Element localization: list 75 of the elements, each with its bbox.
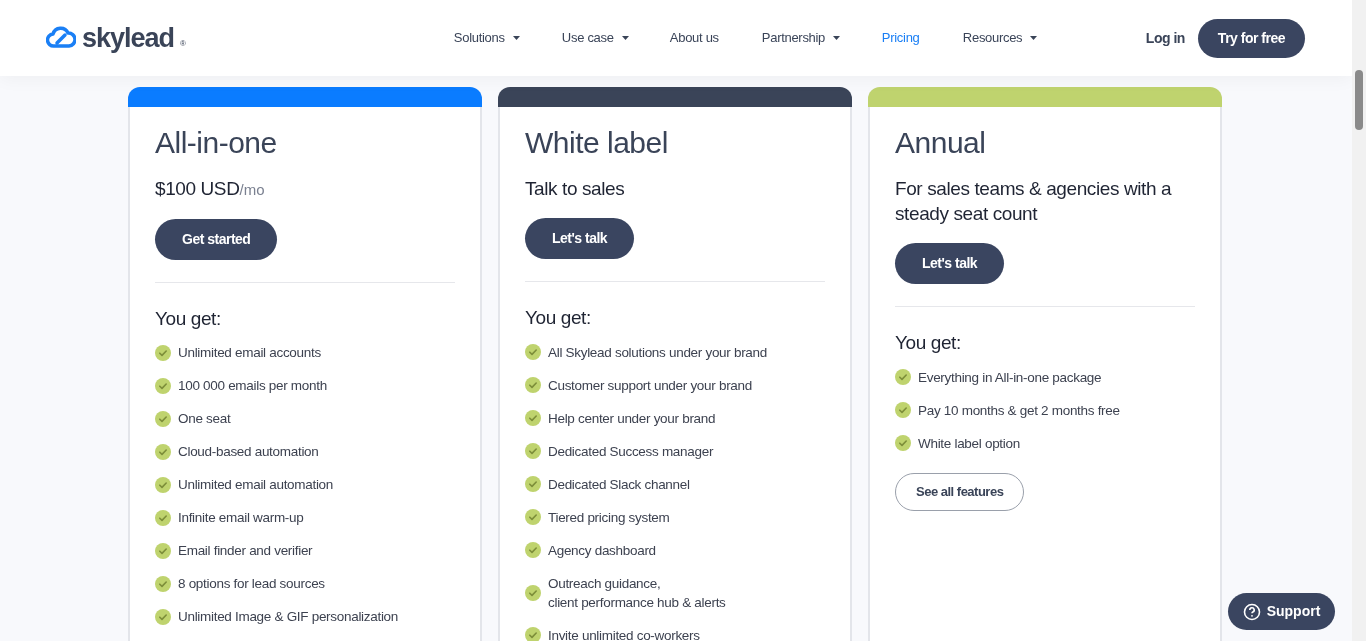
features-heading: You get:	[525, 306, 592, 330]
check-icon	[525, 542, 541, 558]
price-unit: /mo	[239, 180, 265, 200]
caret-icon	[1030, 36, 1038, 40]
feature-text: 100 000 emails per month	[178, 377, 327, 395]
feature-text: Tiered pricing system	[548, 508, 670, 527]
scrollbar[interactable]	[1352, 0, 1366, 641]
check-icon	[525, 509, 541, 525]
check-icon	[895, 369, 911, 385]
check-icon	[525, 584, 541, 601]
check-icon	[525, 377, 541, 393]
plan-title: All-in-one	[155, 125, 278, 161]
scrollbar-thumb[interactable]	[1355, 70, 1363, 130]
nav-link[interactable]: About us	[669, 28, 719, 48]
nav-link[interactable]: Pricing	[881, 28, 920, 48]
try-for-free-button[interactable]: Try for free	[1197, 18, 1305, 58]
feature-text: Cloud-based automation	[178, 443, 319, 461]
plan-price: $100 USD	[155, 177, 240, 201]
feature-text: Unlimited email automation	[178, 476, 334, 494]
check-icon	[525, 443, 541, 459]
features-heading: You get:	[895, 331, 962, 355]
caret-icon	[833, 36, 841, 40]
help-icon	[1242, 602, 1261, 621]
feature-text: Infinite email warm-up	[178, 509, 304, 527]
feature-text: Outreach guidance, client performance hub & alerts	[548, 574, 726, 612]
support-button[interactable]: Support	[1228, 593, 1335, 630]
plan-tagline: For sales teams & agencies with a steady seat count	[895, 177, 1173, 226]
check-icon	[155, 608, 171, 625]
feature-text: Agency dashboard	[548, 541, 656, 560]
nav-link[interactable]: Solutions	[453, 28, 520, 48]
feature-text: One seat	[178, 410, 231, 428]
caret-icon	[621, 36, 629, 40]
registered-mark: ®	[180, 37, 186, 50]
caret-icon	[512, 36, 520, 40]
feature-text: Dedicated Slack channel	[548, 475, 690, 494]
check-icon	[155, 410, 171, 427]
nav-link[interactable]: Partnership	[761, 28, 841, 48]
check-icon	[525, 344, 541, 360]
plan-title: White label	[525, 125, 669, 161]
features-heading: You get:	[155, 306, 222, 331]
feature-text: Everything in All-in-one package	[918, 368, 1102, 387]
check-icon	[155, 344, 171, 361]
feature-text: All Skylead solutions under your brand	[548, 343, 767, 362]
check-icon	[155, 476, 171, 493]
feature-text: Help center under your brand	[548, 409, 716, 428]
see-all-features-button[interactable]: See all features	[895, 472, 1025, 511]
feature-text: Unlimited email accounts	[178, 344, 321, 362]
check-icon	[525, 476, 541, 492]
feature-text: Customer support under your brand	[548, 376, 752, 395]
check-icon	[895, 435, 911, 451]
logo-wordmark[interactable]: skylead	[82, 24, 175, 52]
login-link[interactable]: Log in	[1145, 27, 1185, 49]
feature-text: Pay 10 months & get 2 months free	[918, 401, 1120, 420]
check-icon	[155, 377, 171, 394]
check-icon	[155, 575, 171, 592]
feature-text: Dedicated Success manager	[548, 442, 714, 461]
feature-text: 8 options for lead sources	[178, 575, 325, 593]
check-icon	[155, 443, 171, 460]
check-icon	[895, 402, 911, 418]
feature-text: White label option	[918, 434, 1020, 453]
plan-cta-button[interactable]: Let's talk	[525, 218, 635, 259]
nav-link[interactable]: Use case	[561, 28, 629, 48]
check-icon	[525, 627, 541, 641]
cloud-logo-icon	[46, 26, 76, 50]
feature-text: Email finder and verifier	[178, 542, 313, 560]
check-icon	[155, 542, 171, 559]
feature-text: Invite unlimited co-workers	[548, 626, 700, 641]
plan-cta-button[interactable]: Let's talk	[895, 243, 1005, 284]
check-icon	[525, 410, 541, 426]
plan-cta-button[interactable]: Get started	[155, 218, 278, 260]
feature-text: Unlimited Image & GIF personalization	[178, 608, 398, 626]
plan-title: Annual	[895, 125, 987, 161]
nav-link[interactable]: Resources	[962, 28, 1038, 48]
plan-tagline: Talk to sales	[525, 177, 625, 201]
check-icon	[155, 509, 171, 526]
